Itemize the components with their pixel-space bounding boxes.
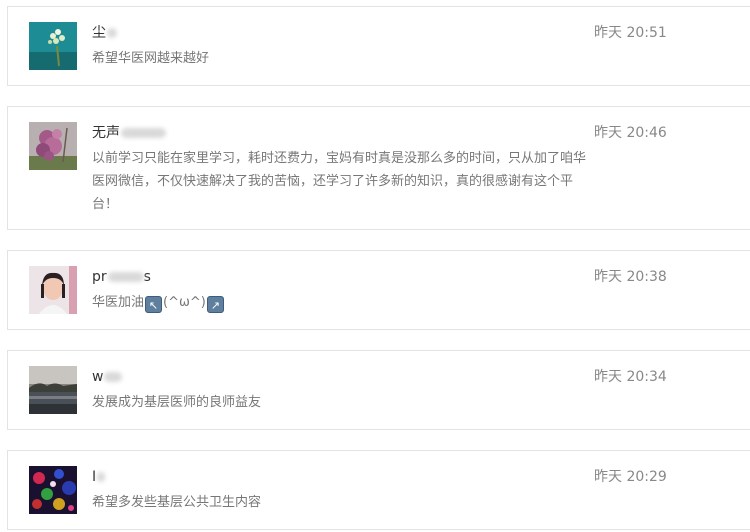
comment-time: 昨天 20:51 xyxy=(594,25,667,41)
colorful-lights-photo xyxy=(29,466,77,514)
lake-sunset-photo xyxy=(29,366,77,414)
commenter-name: 尘 xyxy=(92,23,117,43)
comment-card: w 昨天 20:34 发展成为基层医师的良师益友 xyxy=(7,350,750,430)
comment-card: 尘 昨天 20:51 希望华医网越来越好 xyxy=(7,6,750,86)
avatar[interactable] xyxy=(29,22,77,70)
comment-card: pr s 昨天 20:38 华医加油 ↖ (^ω^) ↗ xyxy=(7,250,750,330)
comment-text: 华医加油 ↖ (^ω^) ↗ xyxy=(92,291,597,314)
avatar[interactable] xyxy=(29,366,77,414)
comment-card: I 昨天 20:29 希望多发些基层公共卫生内容 xyxy=(7,450,750,530)
comment-time: 昨天 20:29 xyxy=(594,469,667,485)
comment-time: 昨天 20:46 xyxy=(594,125,667,141)
comment-time: 昨天 20:38 xyxy=(594,269,667,285)
comment-card: 无声 昨天 20:46 以前学习只能在家里学习，耗时还费力，宝妈有时真是没那么多… xyxy=(7,106,750,230)
comment-time: 昨天 20:34 xyxy=(594,369,667,385)
comment-text: 希望多发些基层公共卫生内容 xyxy=(92,495,262,510)
comment-text: 希望华医网越来越好 xyxy=(92,51,210,66)
comment-text: 以前学习只能在家里学习，耗时还费力，宝妈有时真是没那么多的时间，只从加了咱华医网… xyxy=(92,151,587,212)
avatar[interactable] xyxy=(29,466,77,514)
avatar[interactable] xyxy=(29,122,77,170)
woman-portrait-photo xyxy=(29,266,77,314)
purple-blossom-photo xyxy=(29,122,77,170)
commenter-name: w xyxy=(92,367,123,387)
arrow-up-right-icon: ↗ xyxy=(206,296,224,313)
arrow-up-left-icon: ↖ xyxy=(145,296,163,313)
comment-list: 尘 昨天 20:51 希望华医网越来越好 无声 昨天 20:46 以前学习只能在… xyxy=(0,0,750,532)
commenter-name: I xyxy=(92,467,106,487)
comment-text-part: 华医加油 xyxy=(92,295,145,310)
comment-text-part: (^ω^) xyxy=(163,295,206,310)
comment-text: 发展成为基层医师的良师益友 xyxy=(92,395,262,410)
flower-on-teal-photo xyxy=(29,22,77,70)
commenter-name: pr s xyxy=(92,269,151,285)
commenter-name: 无声 xyxy=(92,123,166,143)
avatar[interactable] xyxy=(29,266,77,314)
